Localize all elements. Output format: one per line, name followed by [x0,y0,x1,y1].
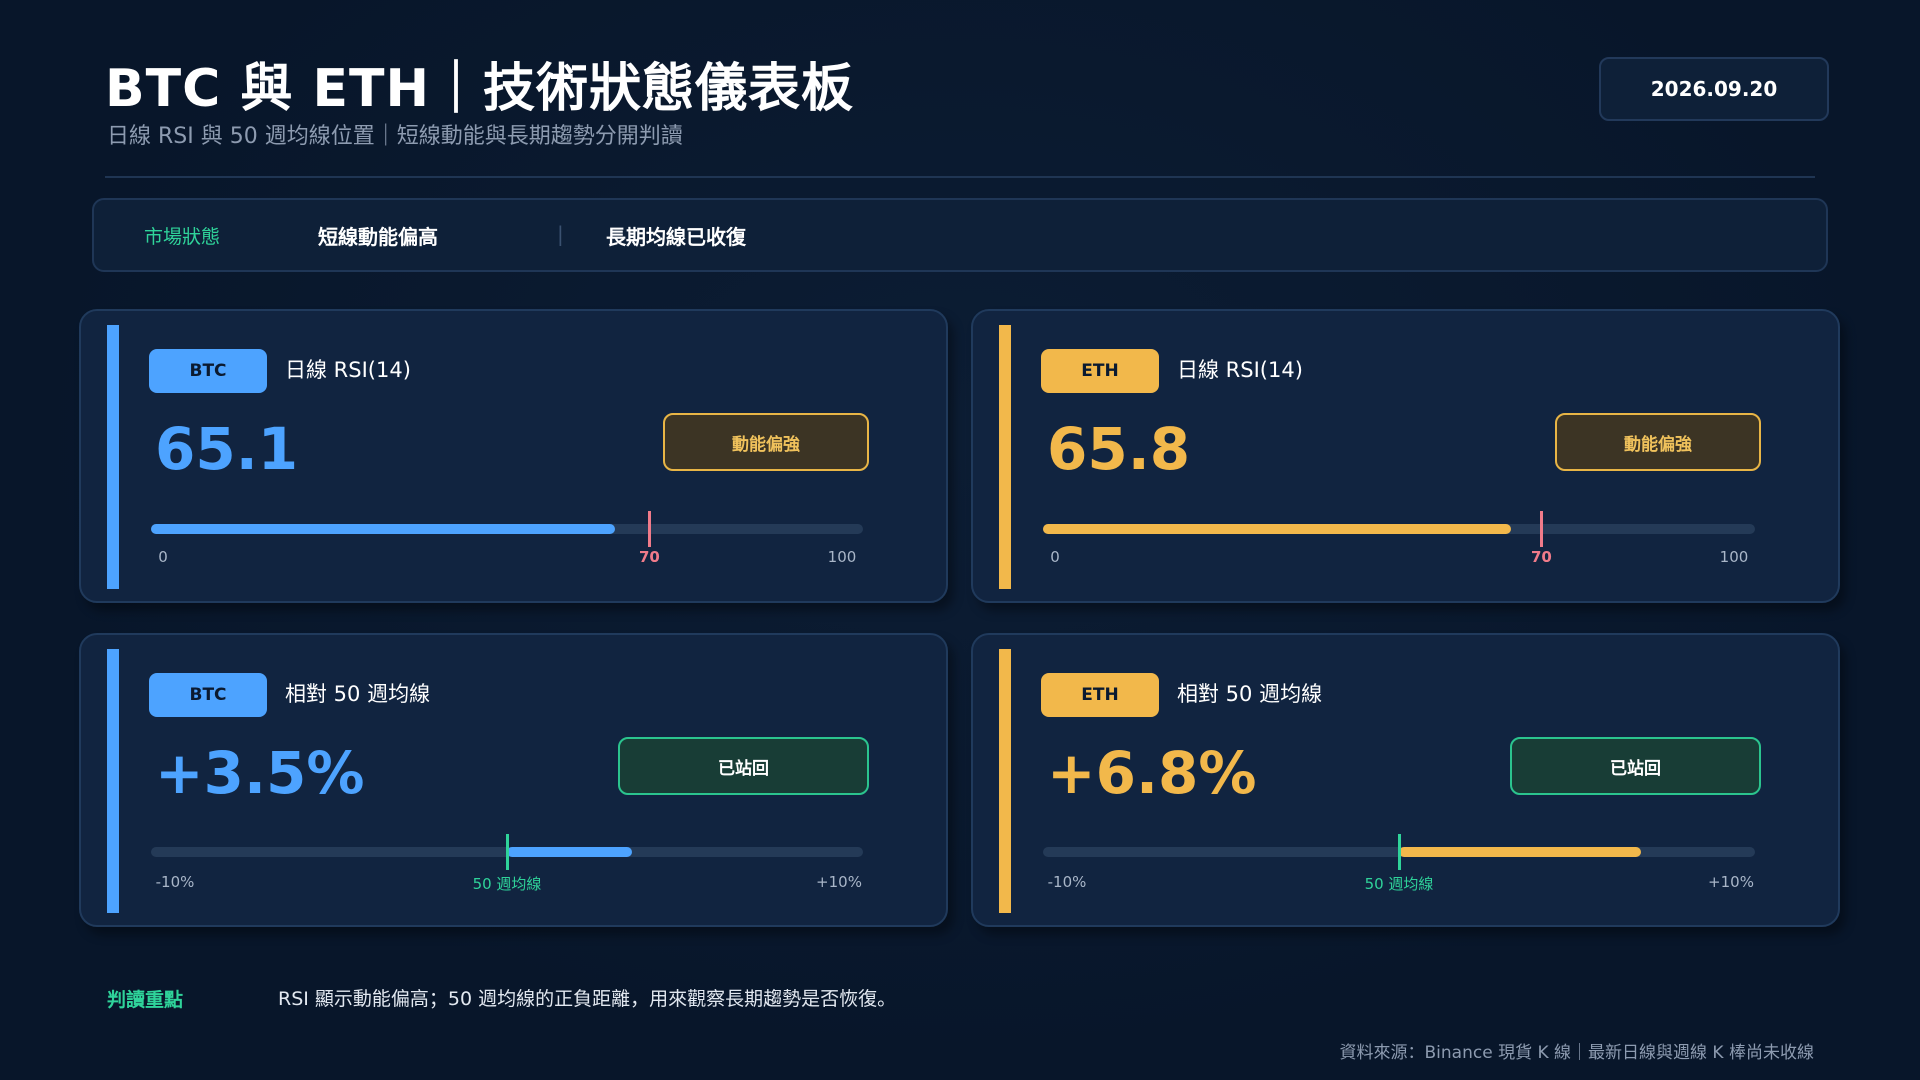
ma-deviation-value: +3.5% [155,739,365,807]
status-separator: | [557,222,564,246]
metric-title: 日線 RSI(14) [285,358,411,382]
page-subtitle: 日線 RSI 與 50 週均線位置｜短線動能與長期趨勢分開判讀 [107,124,683,149]
metric-title: 相對 50 週均線 [1177,682,1323,706]
tick-label-max: 100 [827,548,857,566]
asset-tag: BTC [149,673,267,717]
accent-bar [999,649,1011,913]
rsi-70-marker [648,511,652,547]
rsi-70-marker [1540,511,1544,547]
tick-label-max: +10% [1708,873,1754,891]
ma-track [1043,834,1755,870]
tick-label-min: 0 [1050,548,1060,566]
dashboard-page: BTC 與 ETH｜技術狀態儀表板 日線 RSI 與 50 週均線位置｜短線動能… [0,0,1920,1080]
ma-deviation-value: +6.8% [1047,739,1257,807]
tick-label-70: 70 [638,548,660,566]
btc-ma-card: BTC 相對 50 週均線 +3.5% 已站回 -10% 50 週均線 +10% [79,633,948,927]
ma-50w-marker [1398,834,1401,870]
reclaimed-badge: 已站回 [618,737,869,795]
tick-label-max: 100 [1719,548,1749,566]
eth-ma-card: ETH 相對 50 週均線 +6.8% 已站回 -10% 50 週均線 +10% [971,633,1840,927]
rsi-fill [1043,524,1512,534]
data-source-note: 資料來源：Binance 現貨 K 線｜最新日線與週線 K 棒尚未收線 [1339,1043,1814,1063]
ma-deviation-fill [507,847,632,857]
market-status-strip: 市場狀態 短線動能偏高 | 長期均線已收復 [92,198,1828,272]
tick-label-70: 70 [1530,548,1552,566]
eth-rsi-card: ETH 日線 RSI(14) 65.8 動能偏強 0 70 100 [971,309,1840,603]
reclaimed-badge: 已站回 [1510,737,1761,795]
rsi-track [151,511,863,547]
rsi-fill [151,524,615,534]
metric-title: 日線 RSI(14) [1177,358,1303,382]
asset-tag: ETH [1041,349,1159,393]
insight-label: 判讀重點 [107,989,184,1011]
rsi-track [1043,511,1755,547]
tick-label-max: +10% [816,873,862,891]
rsi-value: 65.8 [1047,415,1191,483]
tick-label-ma: 50 週均線 [472,875,542,893]
btc-rsi-card: BTC 日線 RSI(14) 65.1 動能偏強 0 70 100 [79,309,948,603]
ma-track [151,834,863,870]
market-status-short-term: 短線動能偏高 [318,225,438,249]
market-status-long-term: 長期均線已收復 [606,225,746,249]
asset-tag: ETH [1041,673,1159,717]
ma-deviation-fill [1399,847,1642,857]
accent-bar [107,649,119,913]
market-status-label: 市場狀態 [144,226,221,248]
date-badge: 2026.09.20 [1599,57,1829,121]
momentum-badge: 動能偏強 [1555,413,1761,471]
momentum-badge: 動能偏強 [663,413,869,471]
page-title: BTC 與 ETH｜技術狀態儀表板 [105,59,854,119]
tick-label-min: 0 [158,548,168,566]
tick-label-min: -10% [1047,873,1087,891]
tick-label-min: -10% [155,873,195,891]
tick-label-ma: 50 週均線 [1364,875,1434,893]
metric-title: 相對 50 週均線 [285,682,431,706]
insight-text: RSI 顯示動能偏高；50 週均線的正負距離，用來觀察長期趨勢是否恢復。 [278,988,897,1010]
asset-tag: BTC [149,349,267,393]
accent-bar [999,325,1011,589]
accent-bar [107,325,119,589]
ma-50w-marker [506,834,509,870]
header-divider [105,176,1815,178]
rsi-value: 65.1 [155,415,299,483]
